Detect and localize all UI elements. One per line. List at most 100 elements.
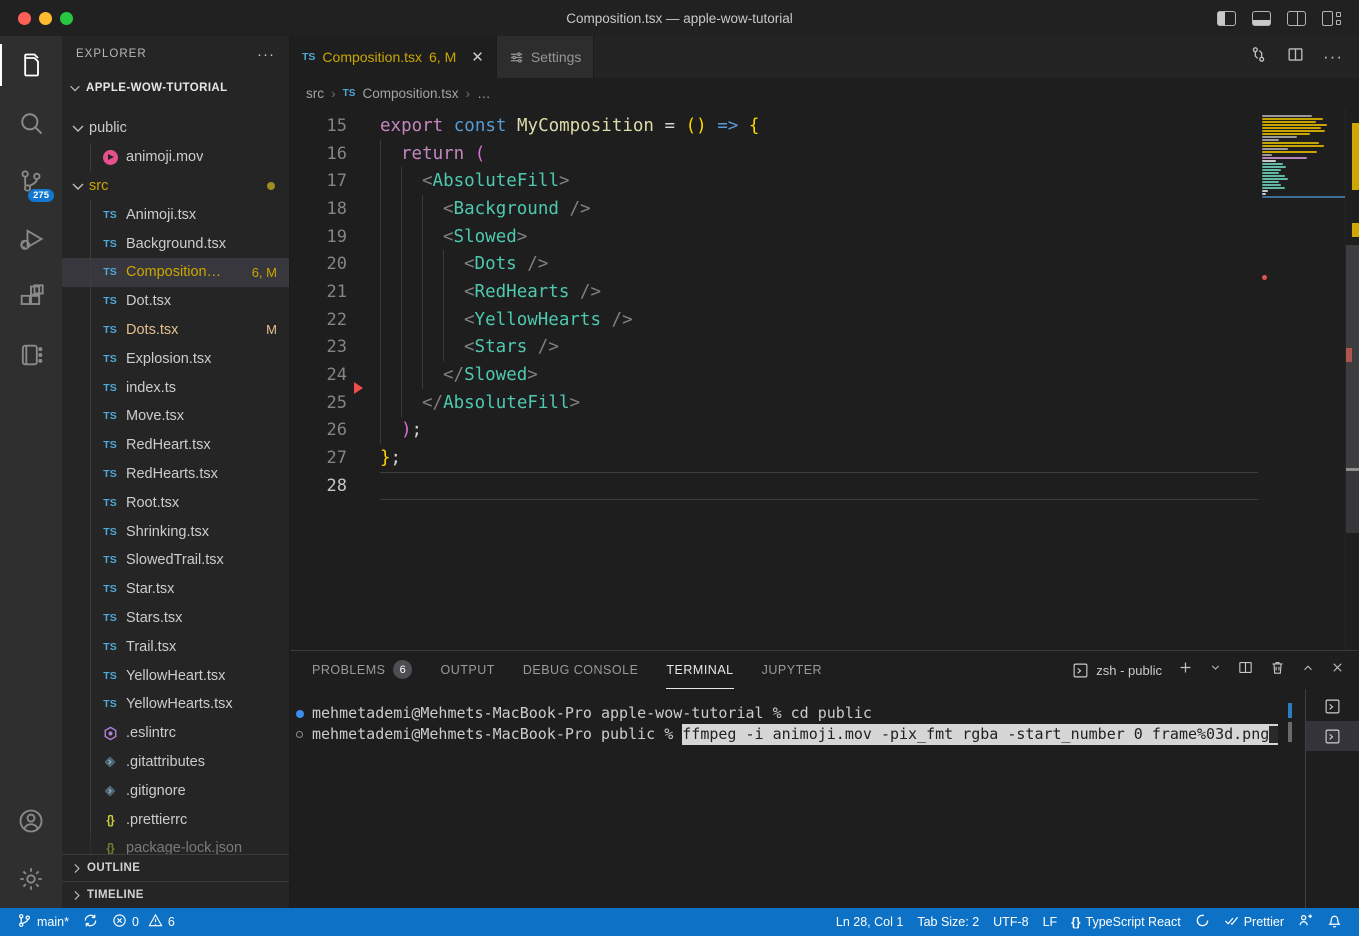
code-line-22[interactable]: 22<YellowHearts />	[290, 306, 1258, 334]
toggle-secondary-sidebar-icon[interactable]	[1287, 11, 1306, 26]
notebook-icon[interactable]	[0, 326, 62, 384]
minimap[interactable]	[1258, 108, 1345, 650]
prettier-status[interactable]: Prettier	[1217, 908, 1291, 936]
tree-file-composition-tsx[interactable]: TSComposition.tsx6, M	[62, 258, 289, 287]
terminal-line[interactable]: mehmetademi@Mehmets-MacBook-Pro apple-wo…	[296, 703, 1305, 724]
tree-file-trail-tsx[interactable]: TSTrail.tsx	[62, 632, 289, 661]
ts-loading[interactable]	[1188, 908, 1217, 936]
run-debug-icon[interactable]	[0, 210, 62, 268]
indentation[interactable]: Tab Size: 2	[910, 908, 986, 936]
code-line-27[interactable]: 27};	[290, 444, 1258, 472]
tree-file--prettierrc[interactable]: {}.prettierrc	[62, 805, 289, 834]
tree-file-root-tsx[interactable]: TSRoot.tsx	[62, 488, 289, 517]
close-tab-icon[interactable]: ✕	[471, 48, 484, 66]
code-line-28[interactable]: 28	[290, 472, 1258, 500]
terminal-instance-tab[interactable]	[1306, 691, 1359, 721]
tree-file-yellowheart-tsx[interactable]: TSYellowHeart.tsx	[62, 661, 289, 690]
editor-tab-composition-tsx[interactable]: TSComposition.tsx6, M✕	[290, 36, 497, 78]
split-terminal-icon[interactable]	[1237, 659, 1254, 681]
account-icon[interactable]	[0, 792, 62, 850]
tree-file-animoji-tsx[interactable]: TSAnimoji.tsx	[62, 200, 289, 229]
overview-ruler[interactable]	[1345, 108, 1359, 650]
tree-file-package-lock-json[interactable]: {}package-lock.json	[62, 834, 289, 854]
terminal-shell-selector[interactable]: zsh - public	[1072, 662, 1162, 679]
tree-file-dot-tsx[interactable]: TSDot.tsx	[62, 287, 289, 316]
code-line-25[interactable]: 25</AbsoluteFill>	[290, 389, 1258, 417]
code-line-23[interactable]: 23<Stars />	[290, 334, 1258, 362]
code-editor[interactable]: 15export const MyComposition = () => {16…	[290, 108, 1359, 650]
code-line-24[interactable]: 24</Slowed>	[290, 361, 1258, 389]
code-line-19[interactable]: 19<Slowed>	[290, 223, 1258, 251]
tree-file-index-ts[interactable]: TSindex.ts	[62, 373, 289, 402]
toggle-sidebar-icon[interactable]	[1217, 11, 1236, 26]
new-terminal-icon[interactable]	[1177, 659, 1194, 681]
panel-tab-jupyter[interactable]: JUPYTER	[762, 651, 822, 689]
code-line-20[interactable]: 20<Dots />	[290, 250, 1258, 278]
terminal-instance-tab-active[interactable]	[1306, 721, 1359, 751]
tree-file-dots-tsx[interactable]: TSDots.tsxM	[62, 316, 289, 345]
language-mode[interactable]: {}TypeScript React	[1064, 908, 1188, 936]
tree-file-star-tsx[interactable]: TSStar.tsx	[62, 575, 289, 604]
zoom-window-button[interactable]	[60, 12, 73, 25]
open-changes-icon[interactable]	[1249, 45, 1268, 69]
close-panel-icon[interactable]	[1330, 660, 1345, 680]
problems-status[interactable]: 06	[105, 908, 182, 936]
breadcrumb-symbol[interactable]: …	[477, 86, 491, 101]
source-control-icon[interactable]: 275	[0, 152, 62, 210]
tree-file-slowedtrail-tsx[interactable]: TSSlowedTrail.tsx	[62, 546, 289, 575]
settings-gear-icon[interactable]	[0, 850, 62, 908]
project-root-header[interactable]: APPLE-WOW-TUTORIAL	[62, 72, 289, 104]
tree-file-redheart-tsx[interactable]: TSRedHeart.tsx	[62, 431, 289, 460]
terminal-line[interactable]: mehmetademi@Mehmets-MacBook-Pro public %…	[296, 724, 1305, 745]
code-line-16[interactable]: 16return (	[290, 140, 1258, 168]
minimize-window-button[interactable]	[39, 12, 52, 25]
cursor-position[interactable]: Ln 28, Col 1	[829, 908, 910, 936]
git-branch-status[interactable]: main*	[10, 908, 76, 936]
tree-file-shrinking-tsx[interactable]: TSShrinking.tsx	[62, 517, 289, 546]
panel-tab-problems[interactable]: PROBLEMS6	[312, 651, 412, 689]
split-editor-icon[interactable]	[1286, 45, 1305, 69]
close-window-button[interactable]	[18, 12, 31, 25]
terminal-dropdown-icon[interactable]	[1209, 661, 1222, 679]
tree-folder-src[interactable]: src	[62, 172, 289, 201]
code-line-21[interactable]: 21<RedHearts />	[290, 278, 1258, 306]
editor-more-actions-icon[interactable]: ···	[1323, 47, 1343, 67]
panel-tab-terminal[interactable]: TERMINAL	[666, 651, 733, 689]
tree-file--gitattributes[interactable]: .gitattributes	[62, 748, 289, 777]
tree-folder-public[interactable]: public	[62, 114, 289, 143]
code-line-17[interactable]: 17<AbsoluteFill>	[290, 167, 1258, 195]
breadcrumb-file[interactable]: Composition.tsx	[362, 86, 458, 101]
code-line-18[interactable]: 18<Background />	[290, 195, 1258, 223]
extensions-icon[interactable]	[0, 268, 62, 326]
editor-tab-settings[interactable]: Settings	[497, 36, 595, 78]
eol[interactable]: LF	[1036, 908, 1065, 936]
tree-file-stars-tsx[interactable]: TSStars.tsx	[62, 604, 289, 633]
encoding[interactable]: UTF-8	[986, 908, 1035, 936]
outline-section-header[interactable]: OUTLINE	[62, 854, 289, 881]
code-line-26[interactable]: 26);	[290, 417, 1258, 445]
panel-tab-output[interactable]: OUTPUT	[440, 651, 494, 689]
explorer-more-actions-icon[interactable]: ···	[257, 46, 275, 63]
explorer-icon[interactable]	[0, 36, 62, 94]
customize-layout-icon[interactable]	[1322, 11, 1341, 26]
code-line-15[interactable]: 15export const MyComposition = () => {	[290, 112, 1258, 140]
maximize-panel-icon[interactable]	[1301, 661, 1315, 680]
tree-file--eslintrc[interactable]: .eslintrc	[62, 719, 289, 748]
tree-file-background-tsx[interactable]: TSBackground.tsx	[62, 229, 289, 258]
kill-terminal-icon[interactable]	[1269, 659, 1286, 681]
tree-file-animoji-mov[interactable]: animoji.mov	[62, 143, 289, 172]
tree-file-yellowhearts-tsx[interactable]: TSYellowHearts.tsx	[62, 690, 289, 719]
sync-status[interactable]	[76, 908, 105, 936]
tree-file-move-tsx[interactable]: TSMove.tsx	[62, 402, 289, 431]
notifications[interactable]	[1320, 908, 1349, 936]
tree-file--gitignore[interactable]: .gitignore	[62, 776, 289, 805]
tree-file-redhearts-tsx[interactable]: TSRedHearts.tsx	[62, 460, 289, 489]
timeline-section-header[interactable]: TIMELINE	[62, 881, 289, 908]
panel-tab-debug-console[interactable]: DEBUG CONSOLE	[523, 651, 639, 689]
terminal-viewport[interactable]: mehmetademi@Mehmets-MacBook-Pro apple-wo…	[290, 689, 1305, 908]
tree-file-explosion-tsx[interactable]: TSExplosion.tsx	[62, 344, 289, 373]
toggle-panel-icon[interactable]	[1252, 11, 1271, 26]
breadcrumb-src[interactable]: src	[306, 86, 324, 101]
search-icon[interactable]	[0, 94, 62, 152]
feedback[interactable]	[1291, 908, 1320, 936]
